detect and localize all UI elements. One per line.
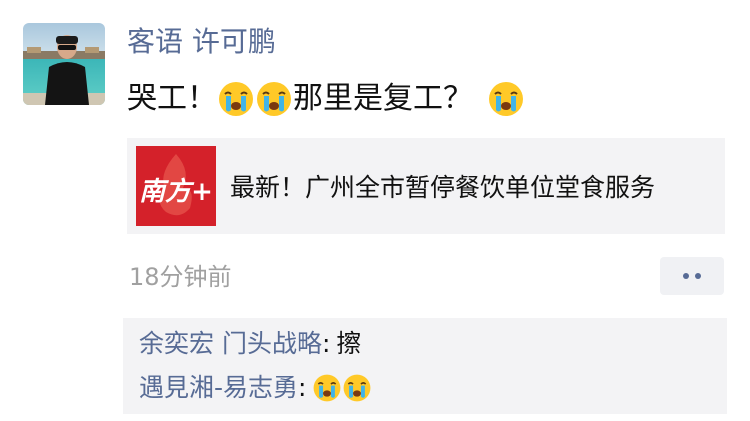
comments-section: 余奕宏 门头战略 : 擦 遇見湘-易志勇 : <box>123 318 727 414</box>
comment-separator: : <box>298 373 307 402</box>
nanfang-logo: 南方+ <box>136 146 216 226</box>
crying-face-icon <box>312 373 342 403</box>
comment-item[interactable]: 余奕宏 门头战略 : 擦 <box>139 326 361 362</box>
comment-item[interactable]: 遇見湘-易志勇 : <box>139 370 372 406</box>
more-dots-icon <box>695 273 701 279</box>
post-timestamp: 18分钟前 <box>129 263 232 291</box>
comment-text: 擦 <box>336 329 362 358</box>
post-text-part1: 哭工！ <box>127 81 217 116</box>
more-dots-icon <box>683 273 689 279</box>
link-title: 最新！广州全市暂停餐饮单位堂食服务 <box>230 173 656 202</box>
comment-author[interactable]: 遇見湘-易志勇 <box>139 370 298 406</box>
avatar[interactable] <box>23 23 105 105</box>
crying-face-icon <box>487 80 525 118</box>
svg-text:南方+: 南方+ <box>139 177 213 207</box>
comment-separator: : <box>321 329 331 358</box>
post-text: 哭工！ 那里是复工？ <box>127 75 525 123</box>
crying-face-icon <box>255 80 293 118</box>
shared-link-card[interactable]: 南方+ 最新！广州全市暂停餐饮单位堂食服务 <box>127 138 725 234</box>
post-author-name[interactable]: 客语 许可鹏 <box>127 22 276 62</box>
post-text-part2: 那里是复工？ <box>293 81 473 116</box>
crying-face-icon <box>217 80 255 118</box>
comment-author[interactable]: 余奕宏 门头战略 <box>139 326 322 362</box>
more-options-button[interactable] <box>660 257 724 295</box>
crying-face-icon <box>342 373 372 403</box>
